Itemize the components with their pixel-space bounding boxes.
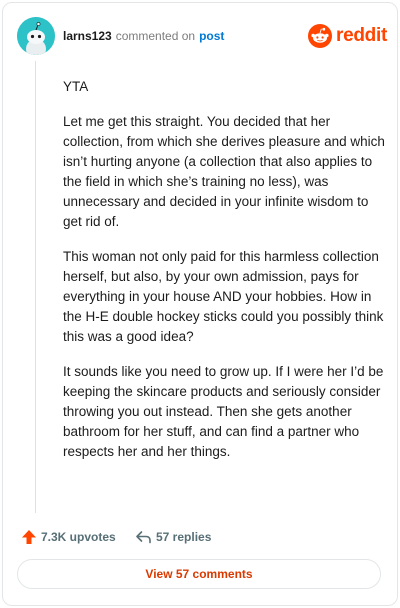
reply-count: 57 replies [156, 530, 212, 544]
upvote-count: 7.3K upvotes [41, 530, 116, 544]
comment-meta: larns123 commented on post [63, 29, 224, 43]
reply-arrow-icon [136, 531, 151, 544]
comment-paragraph: Let me get this straight. You decided th… [63, 114, 385, 229]
reddit-logo[interactable]: reddit [308, 23, 387, 49]
upvote-arrow-icon [22, 530, 36, 544]
comment-card: larns123 commented on post reddit YTA Let … [2, 2, 398, 606]
comment-body: YTA Let me get this straight. You decide… [63, 77, 385, 477]
reply-stat[interactable]: 57 replies [135, 529, 211, 545]
comment-paragraph: This woman not only paid for this harmle… [63, 249, 384, 344]
reddit-wordmark: reddit [336, 25, 387, 46]
comment-paragraph: YTA [63, 79, 89, 94]
snoo-avatar-icon[interactable] [17, 17, 55, 55]
post-link[interactable]: post [199, 29, 224, 43]
username[interactable]: larns123 [63, 29, 112, 43]
upvote-stat[interactable]: 7.3K upvotes [21, 529, 116, 545]
comment-header: larns123 commented on post reddit [17, 17, 387, 55]
thread-line [35, 61, 36, 513]
action-text: commented on [115, 29, 196, 43]
comment-paragraph: It sounds like you need to grow up. If I… [63, 364, 384, 459]
view-comments-button[interactable]: View 57 comments [17, 559, 381, 589]
reddit-logo-icon [308, 24, 333, 48]
comment-footer: 7.3K upvotes 57 replies [21, 529, 381, 549]
